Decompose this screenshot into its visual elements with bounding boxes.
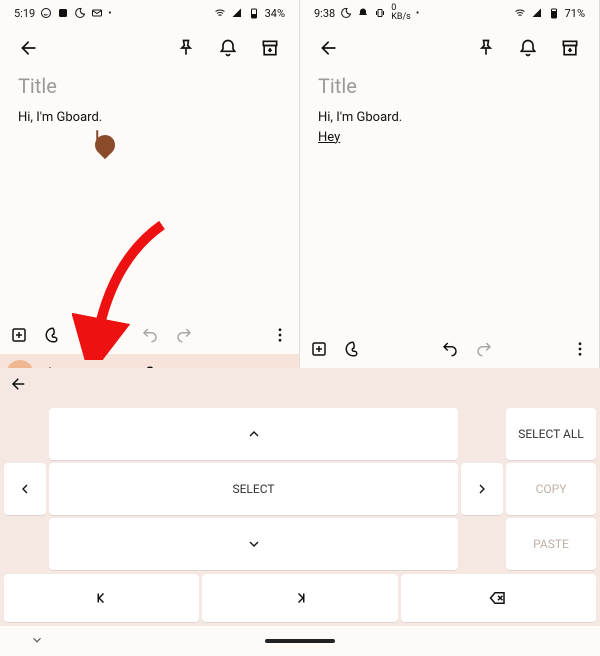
home-indicator[interactable] xyxy=(265,639,335,643)
redo-icon[interactable] xyxy=(175,326,193,348)
battery-icon xyxy=(248,7,260,19)
status-battery: 34% xyxy=(265,7,285,20)
note-body-line1: Hi, I'm Gboard. xyxy=(318,110,402,125)
palette-icon[interactable] xyxy=(344,340,362,362)
signal-icon xyxy=(231,7,243,19)
net-speed: 0KB/s xyxy=(391,4,411,22)
arrow-up-key[interactable] xyxy=(49,408,458,460)
note-body-text: Hi, I'm Gboard. xyxy=(18,110,102,125)
archive-button[interactable] xyxy=(253,31,287,65)
undo-icon[interactable] xyxy=(441,340,459,362)
add-box-icon[interactable] xyxy=(10,326,28,348)
arrow-right-key[interactable] xyxy=(461,463,503,515)
add-box-icon[interactable] xyxy=(310,340,328,362)
moon-icon xyxy=(340,7,352,19)
bell-icon xyxy=(357,7,369,19)
nav-bar xyxy=(0,626,600,656)
status-time: 9:38 xyxy=(314,7,335,20)
note-toolbar xyxy=(0,320,299,354)
moon-icon xyxy=(74,7,86,19)
app-icon xyxy=(57,7,69,19)
note-area[interactable]: Title Hi, I'm Gboard. xyxy=(0,70,299,132)
arrow-down-key[interactable] xyxy=(49,518,458,570)
app-bar xyxy=(0,26,299,70)
overflow-menu-icon[interactable] xyxy=(571,340,589,362)
select-button[interactable]: SELECT xyxy=(49,463,458,515)
redo-icon[interactable] xyxy=(475,340,493,362)
status-time: 5:19 xyxy=(14,7,35,20)
note-area[interactable]: Title Hi, I'm Gboard. Hey xyxy=(300,70,599,151)
back-button[interactable] xyxy=(312,31,346,65)
select-all-button[interactable]: SELECT ALL xyxy=(506,408,596,460)
reminder-button[interactable] xyxy=(511,31,545,65)
whatsapp-icon xyxy=(40,7,52,19)
pin-button[interactable] xyxy=(469,31,503,65)
note-body-line2: Hey xyxy=(318,130,340,145)
status-bar: 9:38 0KB/s • 71% xyxy=(300,0,599,26)
arrow-left-key[interactable] xyxy=(4,463,46,515)
wifi-icon xyxy=(514,7,526,19)
signal-icon xyxy=(531,7,543,19)
vibrate-icon xyxy=(374,7,386,19)
blank xyxy=(461,518,503,570)
pad-back-icon[interactable] xyxy=(10,375,28,397)
blank xyxy=(4,518,46,570)
title-placeholder[interactable]: Title xyxy=(18,74,281,98)
copy-button[interactable]: COPY xyxy=(506,463,596,515)
title-placeholder[interactable]: Title xyxy=(318,74,581,98)
app-bar xyxy=(300,26,599,70)
cursor-control-pad: SELECT ALL SELECT COPY PASTE xyxy=(0,368,600,646)
blank xyxy=(461,408,503,460)
archive-button[interactable] xyxy=(553,31,587,65)
battery-icon xyxy=(548,7,560,19)
more-dot-icon: • xyxy=(108,8,111,19)
blank xyxy=(4,408,46,460)
overflow-menu-icon[interactable] xyxy=(271,326,289,348)
wifi-icon xyxy=(214,7,226,19)
undo-icon[interactable] xyxy=(141,326,159,348)
paste-button[interactable]: PASTE xyxy=(506,518,596,570)
more-dot-icon: • xyxy=(416,8,419,19)
reminder-button[interactable] xyxy=(211,31,245,65)
status-battery: 71% xyxy=(565,7,585,20)
pad-toolbar xyxy=(0,368,600,404)
pin-button[interactable] xyxy=(169,31,203,65)
mail-icon xyxy=(91,7,103,19)
back-button[interactable] xyxy=(12,31,46,65)
home-key[interactable] xyxy=(4,574,199,622)
end-key[interactable] xyxy=(202,574,397,622)
chevron-down-icon[interactable] xyxy=(30,632,44,651)
palette-icon[interactable] xyxy=(44,326,62,348)
backspace-key[interactable] xyxy=(401,574,596,622)
note-toolbar xyxy=(300,334,599,368)
status-bar: 5:19 • 34% xyxy=(0,0,299,26)
